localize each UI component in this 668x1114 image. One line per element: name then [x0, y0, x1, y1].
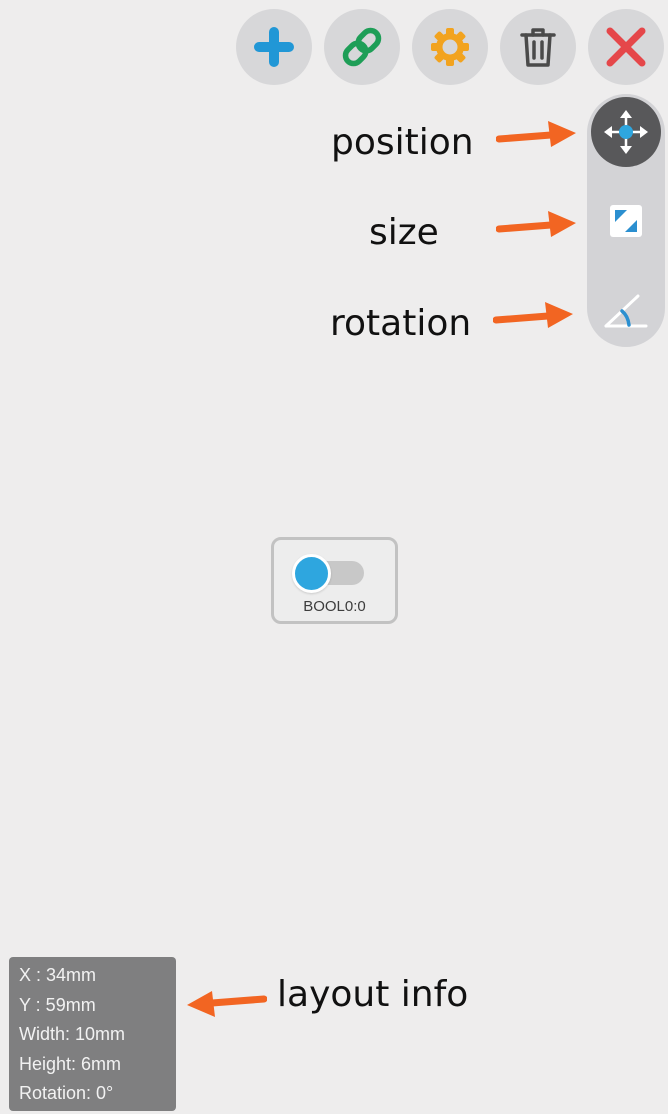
layout-info-annotation: layout info: [277, 974, 469, 1015]
rotation-annotation: rotation: [330, 303, 472, 344]
trash-icon: [520, 28, 556, 67]
transform-mode-panel: [587, 94, 665, 347]
rotation-arrow: [493, 302, 573, 328]
angle-icon: [604, 294, 648, 328]
layout-rotation: Rotation: 0°: [19, 1083, 114, 1104]
position-annotation: position: [331, 122, 474, 163]
layout-info-panel: X : 34mm Y : 59mm Width: 10mm Height: 6m…: [9, 957, 176, 1111]
position-mode-button[interactable]: [591, 97, 661, 167]
add-button[interactable]: [236, 9, 312, 85]
size-mode-button[interactable]: [591, 186, 661, 256]
delete-button[interactable]: [500, 9, 576, 85]
layout-y: Y : 59mm: [19, 994, 96, 1015]
link-icon: [342, 27, 382, 67]
position-arrow: [496, 121, 576, 147]
rotation-mode-button[interactable]: [591, 277, 661, 347]
plus-icon: [254, 27, 294, 67]
move-arrows-icon: [604, 110, 648, 154]
widget-label: BOOL0:0: [303, 598, 366, 615]
layout-info-arrow: [187, 991, 267, 1017]
switch-knob[interactable]: [292, 554, 331, 593]
layout-width: Width: 10mm: [19, 1024, 126, 1045]
close-icon: [606, 27, 646, 67]
link-button[interactable]: [324, 9, 400, 85]
resize-icon: [610, 205, 642, 237]
size-arrow: [496, 211, 576, 237]
settings-button[interactable]: [412, 9, 488, 85]
layout-height: Height: 6mm: [19, 1053, 122, 1074]
size-annotation: size: [369, 212, 439, 253]
layout-x: X : 34mm: [19, 965, 97, 985]
bool-switch-widget[interactable]: BOOL0:0: [271, 537, 398, 624]
gear-icon: [431, 28, 469, 66]
close-button[interactable]: [588, 9, 664, 85]
